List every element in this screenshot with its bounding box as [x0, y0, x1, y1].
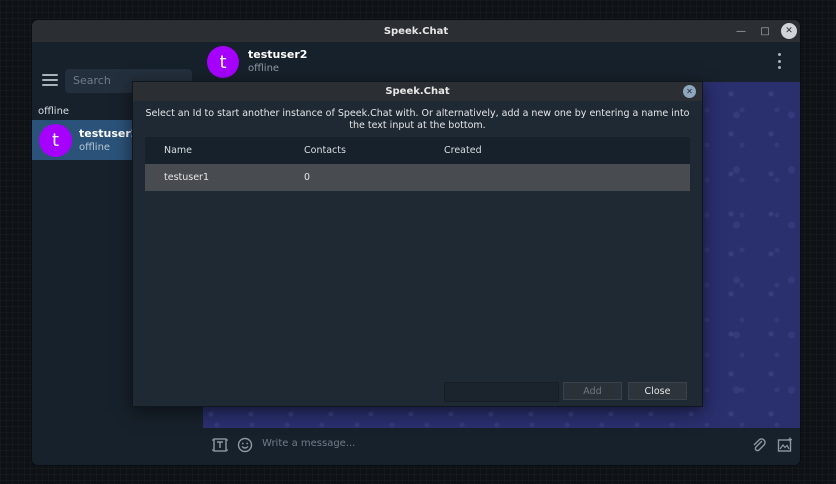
maximize-icon[interactable]: □ — [757, 20, 773, 42]
menu-icon[interactable] — [42, 74, 58, 86]
new-id-name-input[interactable] — [444, 382, 559, 402]
table-header: Name Contacts Created — [145, 137, 690, 164]
dialog-titlebar[interactable]: Speek.Chat — [133, 82, 702, 101]
row-name: testuser1 — [164, 172, 210, 183]
column-header-name[interactable]: Name — [164, 145, 192, 156]
avatar: t — [39, 124, 72, 157]
header-contact-name[interactable]: testuser2 — [248, 48, 307, 61]
close-button[interactable]: Close — [628, 382, 687, 400]
dialog-title: Speek.Chat — [385, 86, 450, 97]
header-avatar[interactable]: t — [207, 46, 239, 78]
kebab-menu-icon[interactable] — [777, 53, 781, 69]
add-button[interactable]: Add — [563, 382, 622, 400]
dialog-instruction: Select an Id to start another instance o… — [145, 108, 690, 131]
emoji-icon[interactable] — [236, 436, 254, 454]
chat-item-name: testuser2 — [79, 127, 139, 140]
identity-dialog: Speek.Chat ✕ Select an Id to start anoth… — [132, 81, 703, 407]
message-input[interactable]: Write a message... — [262, 438, 355, 449]
image-icon[interactable] — [776, 436, 794, 454]
chat-header: t testuser2 offline — [203, 42, 800, 82]
row-contacts: 0 — [304, 172, 311, 183]
header-contact-status: offline — [248, 63, 280, 74]
column-header-contacts[interactable]: Contacts — [304, 145, 346, 156]
status-group-header: offline — [38, 106, 70, 117]
table-row[interactable]: testuser1 0 — [145, 164, 690, 191]
sticker-icon[interactable] — [211, 436, 229, 454]
minimize-icon[interactable]: — — [733, 20, 749, 42]
window-close-icon[interactable]: ✕ — [781, 23, 797, 39]
column-header-created[interactable]: Created — [444, 145, 482, 156]
window-titlebar[interactable]: Speek.Chat — [32, 20, 800, 42]
attach-icon[interactable] — [750, 436, 768, 454]
message-composer: Write a message... — [203, 428, 800, 465]
window-title: Speek.Chat — [383, 25, 449, 37]
identity-table: Name Contacts Created testuser1 0 — [145, 137, 690, 394]
close-icon[interactable]: ✕ — [683, 85, 696, 98]
chat-item-status: offline — [79, 142, 111, 153]
